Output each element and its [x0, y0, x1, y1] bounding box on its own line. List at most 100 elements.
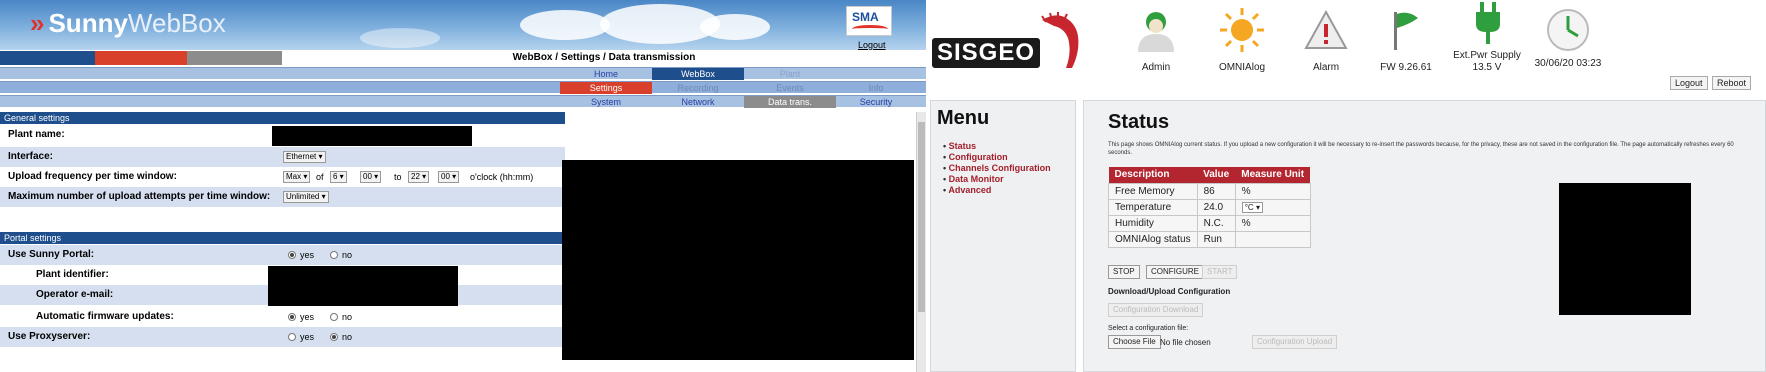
interface-select[interactable]: Ethernet ▾ — [283, 151, 326, 163]
max-attempts-row: Maximum number of upload attempts per ti… — [0, 187, 565, 207]
redacted-area — [562, 160, 914, 360]
use-portal-yes-radio[interactable] — [288, 251, 296, 259]
configuration-download-button[interactable]: Configuration Download — [1108, 303, 1204, 317]
stop-button[interactable]: STOP — [1108, 265, 1140, 279]
proxy-no-radio[interactable] — [330, 333, 338, 341]
of-label: of — [316, 172, 324, 182]
upload-mode-select[interactable]: Max ▾ — [283, 171, 311, 183]
tab-home[interactable]: Home — [560, 68, 652, 80]
reboot-button[interactable]: Reboot — [1712, 76, 1752, 90]
flag-icon — [1394, 12, 1418, 50]
logout-link[interactable]: Logout — [858, 40, 886, 50]
nav-mid: Settings Recording Events Info — [0, 81, 926, 94]
sunny-webbox-panel: » SunnyWebBox SMA Logout WebBox / Setting… — [0, 0, 926, 372]
auto-firmware-no-label: no — [342, 312, 353, 322]
operator-email-label: Operator e-mail: — [36, 289, 114, 300]
max-attempts-select[interactable]: Unlimited ▾ — [283, 191, 329, 203]
logout-button[interactable]: Logout — [1670, 76, 1708, 90]
tab-data-trans[interactable]: Data trans. — [744, 96, 836, 108]
auto-firmware-row: Automatic firmware updates: yes no — [0, 307, 565, 327]
table-cell: 86 — [1196, 182, 1236, 200]
proxy-label: Use Proxyserver: — [8, 331, 91, 342]
status-panel: Status This page shows OMNIAlog current … — [1083, 100, 1766, 372]
use-portal-yes-label: yes — [300, 250, 315, 260]
omnialog-label: OMNIAlog — [1218, 62, 1266, 73]
use-portal-no-radio[interactable] — [330, 251, 338, 259]
table-cell: °C ▾ — [1234, 198, 1311, 216]
tab-plant[interactable]: Plant — [744, 68, 836, 80]
menu-item-status[interactable]: Status — [943, 141, 1051, 152]
tab-security[interactable]: Security — [836, 96, 916, 108]
sma-logo: SMA — [846, 6, 892, 36]
table-cell: Free Memory — [1108, 182, 1198, 200]
choose-file-button[interactable]: Choose File — [1108, 335, 1161, 349]
use-portal-label: Use Sunny Portal: — [8, 249, 95, 260]
table-row: OMNIAlog status Run — [1108, 230, 1311, 248]
datetime-label: 30/06/20 03:23 — [1534, 58, 1602, 69]
auto-firmware-yes-radio[interactable] — [288, 313, 296, 321]
menu-item-channels-configuration[interactable]: Channels Configuration — [943, 163, 1051, 174]
dragon-icon — [1041, 12, 1079, 68]
table-row: Free Memory 86 % — [1108, 182, 1311, 200]
configuration-upload-button[interactable]: Configuration Upload — [1252, 335, 1338, 349]
proxy-yes-label: yes — [300, 332, 315, 342]
from-hour-select[interactable]: 6 ▾ — [330, 171, 347, 183]
tab-webbox[interactable]: WebBox — [652, 68, 744, 80]
table-row: Humidity N.C. % — [1108, 214, 1311, 232]
table-cell — [1234, 230, 1311, 248]
clock-icon — [1547, 9, 1589, 51]
breadcrumb: WebBox / Settings / Data transmission — [512, 52, 696, 63]
vertical-scrollbar[interactable] — [916, 112, 926, 372]
admin-label: Admin — [1141, 62, 1171, 73]
user-icon — [1138, 12, 1174, 52]
tab-network[interactable]: Network — [652, 96, 744, 108]
interface-row: Interface: Ethernet ▾ — [0, 147, 565, 167]
nav-sub: System Network Data trans. Security — [0, 95, 926, 108]
tab-settings[interactable]: Settings — [560, 82, 652, 94]
use-portal-row: Use Sunny Portal: yes no — [0, 245, 565, 265]
auto-firmware-yes-label: yes — [300, 312, 315, 322]
configure-button[interactable]: CONFIGURE — [1146, 265, 1204, 279]
tab-system[interactable]: System — [560, 96, 652, 108]
alarm-label: Alarm — [1312, 62, 1340, 73]
auto-firmware-no-radio[interactable] — [330, 313, 338, 321]
to-minute-select[interactable]: 00 ▾ — [438, 171, 460, 183]
menu-item-configuration[interactable]: Configuration — [943, 152, 1051, 163]
to-hour-select[interactable]: 22 ▾ — [408, 171, 430, 183]
table-cell: % — [1234, 182, 1311, 200]
download-upload-header: Download/Upload Configuration — [1108, 287, 1231, 296]
table-cell: Temperature — [1108, 198, 1198, 216]
table-row: Temperature 24.0 °C ▾ — [1108, 198, 1311, 216]
general-settings-header: General settings — [0, 112, 565, 124]
interface-label: Interface: — [8, 151, 54, 162]
sunny-webbox-logo: » SunnyWebBox — [30, 8, 226, 38]
proxy-no-label: no — [342, 332, 353, 342]
warning-icon — [1304, 9, 1348, 49]
plant-identifier-label: Plant identifier: — [36, 269, 109, 280]
table-cell: OMNIAlog status — [1108, 230, 1198, 248]
table-cell: % — [1234, 214, 1311, 232]
tab-info[interactable]: Info — [836, 82, 916, 94]
table-cell: N.C. — [1196, 214, 1236, 232]
tab-events[interactable]: Events — [744, 82, 836, 94]
proxy-row: Use Proxyserver: yes no — [0, 327, 565, 347]
table-cell: Humidity — [1108, 214, 1198, 232]
auto-firmware-label: Automatic firmware updates: — [36, 311, 174, 322]
menu-item-data-monitor[interactable]: Data Monitor — [943, 174, 1051, 185]
upload-frequency-row: Upload frequency per time window: Max ▾ … — [0, 167, 565, 187]
column-header: Measure Unit — [1235, 167, 1311, 183]
breadcrumb-bar: WebBox / Settings / Data transmission — [0, 51, 926, 65]
start-button[interactable]: START — [1202, 265, 1238, 279]
from-minute-select[interactable]: 00 ▾ — [360, 171, 382, 183]
plant-name-label: Plant name: — [8, 129, 65, 140]
menu-item-advanced[interactable]: Advanced — [943, 185, 1051, 196]
proxy-yes-radio[interactable] — [288, 333, 296, 341]
max-attempts-label: Maximum number of upload attempts per ti… — [8, 191, 271, 202]
page-title: Status — [1108, 111, 1170, 133]
nav-top: Home WebBox Plant — [0, 67, 926, 80]
column-header: Description — [1108, 167, 1198, 183]
status-description: This page shows OMNIAlog current status.… — [1108, 142, 1734, 156]
no-file-chosen-text: No file chosen — [1160, 338, 1211, 347]
tab-recording[interactable]: Recording — [652, 82, 744, 94]
temperature-unit-select[interactable]: °C ▾ — [1241, 201, 1263, 213]
